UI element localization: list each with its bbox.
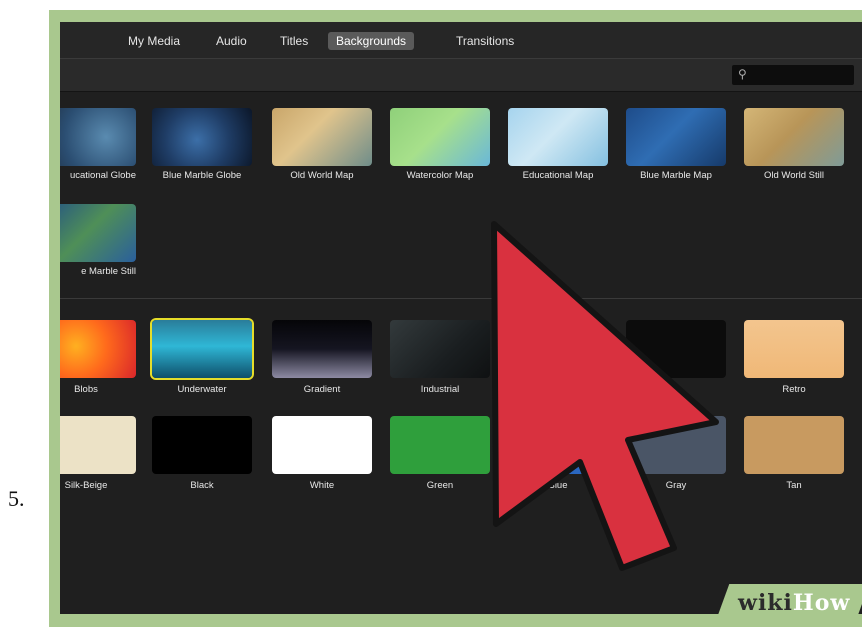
thumbnail-label: Educational Map xyxy=(522,170,594,181)
tab-audio[interactable]: Audio xyxy=(208,32,255,50)
thumbnail-label: Old World Map xyxy=(290,170,354,181)
retro-thumbnail[interactable] xyxy=(744,320,844,378)
thumbnail-label: ucational Globe xyxy=(69,170,136,181)
search-bar: ⚲ xyxy=(60,58,862,92)
blue-marble-globe-thumbnail[interactable] xyxy=(152,108,252,166)
watercolor-map-thumbnail[interactable] xyxy=(390,108,490,166)
gradient-thumbnail[interactable] xyxy=(272,320,372,378)
thumbnail-label: Black xyxy=(190,480,214,491)
thumbnail-label: Blobs xyxy=(74,384,98,395)
step-number: 5. xyxy=(8,486,25,511)
search-field[interactable]: ⚲ xyxy=(732,65,854,85)
silk-beige-thumbnail[interactable] xyxy=(60,416,136,474)
search-icon: ⚲ xyxy=(738,67,747,81)
thumbnail-label: Tan xyxy=(786,480,802,491)
thumbnail-label: Underwater xyxy=(177,384,227,395)
tab-transitions[interactable]: Transitions xyxy=(448,32,522,50)
industrial-thumbnail[interactable] xyxy=(390,320,490,378)
tab-backgrounds[interactable]: Backgrounds xyxy=(328,32,415,50)
tab-my-media[interactable]: My Media xyxy=(120,32,188,50)
underwater-thumbnail-selected[interactable] xyxy=(152,320,252,378)
thumbnail-label: Old World Still xyxy=(763,170,824,181)
thumbnail-label: Blue Marble Map xyxy=(640,170,712,181)
thumbnail-label: Retro xyxy=(782,384,806,395)
blue-marble-map-thumbnail[interactable] xyxy=(626,108,726,166)
wikihow-logo: wikiHow xyxy=(738,590,851,616)
black-thumbnail[interactable] xyxy=(152,416,252,474)
green-thumbnail[interactable] xyxy=(390,416,490,474)
section-divider xyxy=(60,298,862,299)
blue-marble-still-thumbnail[interactable] xyxy=(60,204,136,262)
thumbnail-label: Blue Marble Globe xyxy=(162,170,242,181)
educational-map-thumbnail[interactable] xyxy=(508,108,608,166)
educational-globe-thumbnail[interactable] xyxy=(60,108,136,166)
pointer-cursor-icon xyxy=(491,221,719,571)
backgrounds-browser: My Media Audio Titles Backgrounds Transi… xyxy=(60,22,862,614)
thumbnail-label: White xyxy=(309,480,335,491)
tab-titles[interactable]: Titles xyxy=(272,32,316,50)
thumbnail-label: Gradient xyxy=(303,384,341,395)
white-thumbnail[interactable] xyxy=(272,416,372,474)
old-world-still-thumbnail[interactable] xyxy=(744,108,844,166)
blobs-thumbnail[interactable] xyxy=(60,320,136,378)
thumbnail-label: Silk-Beige xyxy=(64,480,108,491)
thumbnail-label: e Marble Still xyxy=(81,266,136,277)
old-world-map-thumbnail[interactable] xyxy=(272,108,372,166)
tan-thumbnail[interactable] xyxy=(744,416,844,474)
media-tab-bar: My Media Audio Titles Backgrounds Transi… xyxy=(60,22,862,58)
thumbnail-label: Watercolor Map xyxy=(406,170,474,181)
